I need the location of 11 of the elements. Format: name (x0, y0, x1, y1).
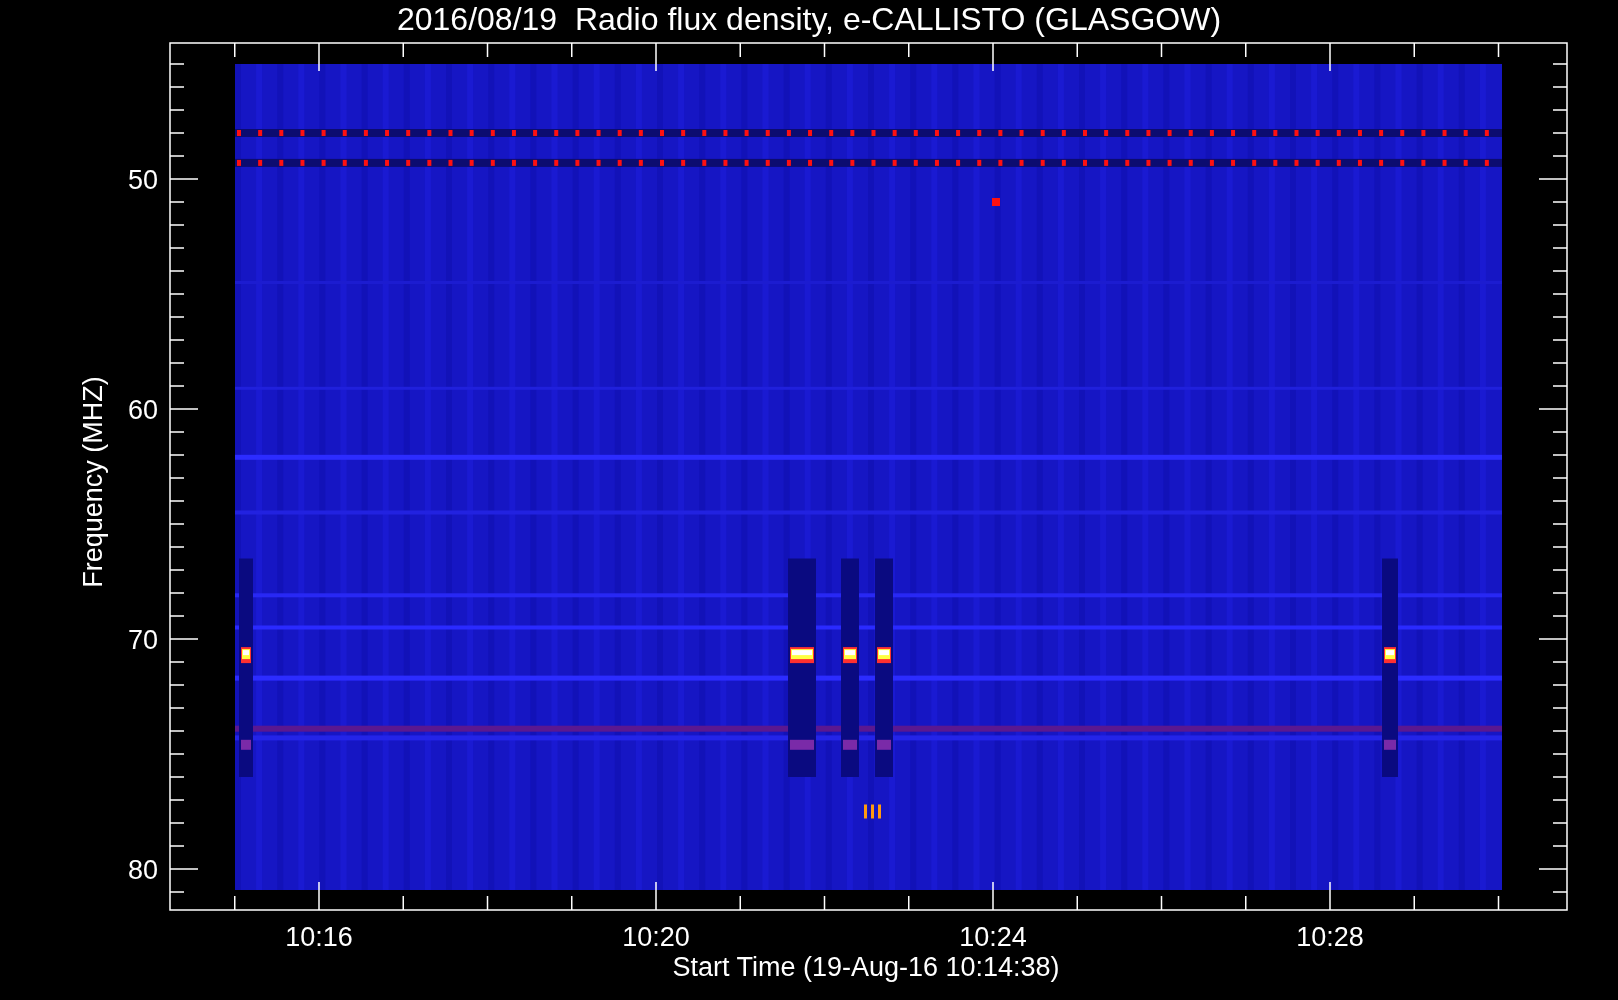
x-axis-label: Start Time (19-Aug-16 10:14:38) (672, 952, 1060, 982)
y-axis-label: Frequency (MHZ) (78, 376, 108, 588)
y-tick-label: 80 (127, 855, 158, 885)
x-tick-label: 10:28 (1296, 922, 1364, 952)
y-tick-label: 60 (127, 395, 158, 425)
y-tick-label: 50 (127, 165, 158, 195)
x-tick-label: 10:20 (622, 922, 690, 952)
y-tick-label: 70 (127, 625, 158, 655)
chart-title: 2016/08/19 Radio flux density, e-CALLISTO (GLASGOW) (396, 1, 1222, 37)
x-tick-label: 10:24 (959, 922, 1027, 952)
x-tick-label: 10:16 (285, 922, 353, 952)
